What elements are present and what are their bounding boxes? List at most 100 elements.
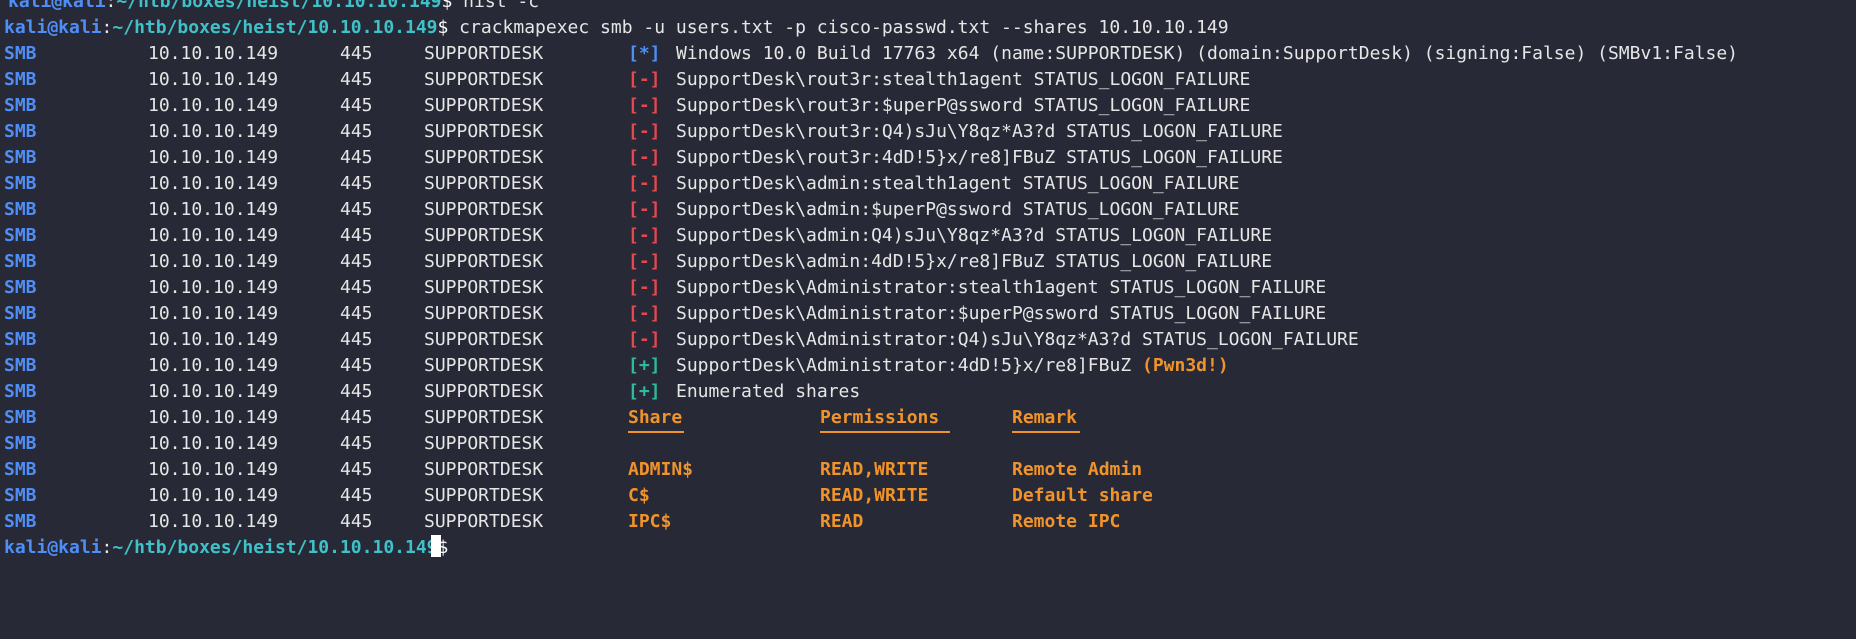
result-text: SupportDesk\Administrator:$uperP@ssword …	[676, 303, 1327, 324]
share-row: SMB 10.10.10.149 445 SUPPORTDESK ADMIN$ READ,…	[0, 457, 1856, 483]
result-message: SupportDesk\admin:stealth1agent STATUS_L…	[676, 171, 1240, 197]
result-text: SupportDesk\rout3r:Q4)sJu\Y8qz*A3?d STAT…	[676, 121, 1283, 142]
protocol-label: SMB	[4, 199, 37, 220]
target-port: 445	[340, 355, 373, 376]
status-marker: [-]	[628, 251, 661, 272]
protocol-label: SMB	[4, 225, 37, 246]
target-ip: 10.10.10.149	[148, 381, 279, 402]
shares-table: SMB 10.10.10.149 445 SUPPORTDESK Share Permis…	[0, 405, 1856, 535]
target-port: 445	[340, 485, 373, 506]
result-message: SupportDesk\rout3r:stealth1agent STATUS_…	[676, 67, 1250, 93]
result-message: SupportDesk\Administrator:stealth1agent …	[676, 275, 1326, 301]
prompt-user: kali@kali	[4, 537, 102, 558]
target-port: 445	[340, 303, 373, 324]
output-row: SMB 10.10.10.149 445 SUPPORTDESK [-] SupportD…	[0, 197, 1856, 223]
share-remark: Remote Admin	[1012, 459, 1143, 480]
target-port: 445	[340, 95, 373, 116]
target-ip: 10.10.10.149	[148, 43, 279, 64]
share-remark: Default share	[1012, 485, 1153, 506]
share-name: C$	[628, 485, 650, 506]
target-ip: 10.10.10.149	[148, 485, 279, 506]
target-ip: 10.10.10.149	[148, 173, 279, 194]
target-hostname: SUPPORTDESK	[424, 407, 544, 428]
target-hostname: SUPPORTDESK	[424, 147, 544, 168]
column-separator: -----------	[820, 431, 939, 457]
target-hostname: SUPPORTDESK	[424, 69, 544, 90]
protocol-label: SMB	[4, 251, 37, 272]
target-ip: 10.10.10.149	[148, 251, 279, 272]
target-ip: 10.10.10.149	[148, 407, 279, 428]
prompt-path: ~/htb/boxes/heist/10.10.10.149	[112, 537, 438, 558]
separator-line	[1012, 431, 1080, 433]
target-port: 445	[340, 511, 373, 532]
current-prompt-line[interactable]: kali@kali:~/htb/boxes/heist/10.10.10.149…	[0, 535, 1856, 561]
status-marker: [-]	[628, 147, 661, 168]
protocol-label: SMB	[4, 407, 37, 428]
share-row: SMB 10.10.10.149 445 SUPPORTDESK IPC$ READ Rem…	[0, 509, 1856, 535]
status-marker: [-]	[628, 329, 661, 350]
target-hostname: SUPPORTDESK	[424, 95, 544, 116]
command-line: kali@kali:~/htb/boxes/heist/10.10.10.149…	[0, 15, 1856, 41]
result-message: SupportDesk\rout3r:$uperP@ssword STATUS_…	[676, 93, 1250, 119]
protocol-label: SMB	[4, 303, 37, 324]
column-header-share: Share	[628, 407, 683, 428]
output-row: SMB 10.10.10.149 445 SUPPORTDESK [-] SupportD…	[0, 249, 1856, 275]
prompt-separator: :	[101, 17, 113, 38]
target-port: 445	[340, 147, 373, 168]
protocol-label: SMB	[4, 173, 37, 194]
output-rows: SMB 10.10.10.149 445 SUPPORTDESK [*] Windows …	[0, 41, 1856, 405]
result-text: SupportDesk\admin:stealth1agent STATUS_L…	[676, 173, 1240, 194]
output-row: SMB 10.10.10.149 445 SUPPORTDESK [-] SupportD…	[0, 171, 1856, 197]
result-message: SupportDesk\admin:Q4)sJu\Y8qz*A3?d STATU…	[676, 223, 1272, 249]
target-ip: 10.10.10.149	[148, 121, 279, 142]
result-message: SupportDesk\rout3r:Q4)sJu\Y8qz*A3?d STAT…	[676, 119, 1283, 145]
status-marker: [-]	[628, 69, 661, 90]
protocol-label: SMB	[4, 381, 37, 402]
status-marker: [-]	[628, 303, 661, 324]
protocol-label: SMB	[4, 355, 37, 376]
column-header-permissions: Permissions	[820, 407, 940, 428]
target-hostname: SUPPORTDESK	[424, 381, 544, 402]
result-message: SupportDesk\admin:4dD!5}x/re8]FBuZ STATU…	[676, 249, 1272, 275]
text-cursor[interactable]	[431, 535, 441, 557]
target-port: 445	[340, 277, 373, 298]
terminal-window[interactable]: kali@kali:~/htb/boxes/heist/10.10.10.149…	[0, 0, 1856, 561]
output-row: SMB 10.10.10.149 445 SUPPORTDESK [-] SupportD…	[0, 223, 1856, 249]
target-hostname: SUPPORTDESK	[424, 485, 544, 506]
status-marker: [+]	[628, 355, 661, 376]
status-marker: [+]	[628, 381, 661, 402]
protocol-label: SMB	[4, 485, 37, 506]
target-hostname: SUPPORTDESK	[424, 43, 544, 64]
target-hostname: SUPPORTDESK	[424, 173, 544, 194]
protocol-label: SMB	[4, 459, 37, 480]
separator-line	[628, 431, 684, 433]
result-text: SupportDesk\admin:4dD!5}x/re8]FBuZ STATU…	[676, 251, 1273, 272]
target-port: 445	[340, 329, 373, 350]
target-ip: 10.10.10.149	[148, 147, 279, 168]
protocol-label: SMB	[4, 277, 37, 298]
result-text: SupportDesk\rout3r:4dD!5}x/re8]FBuZ STAT…	[676, 147, 1283, 168]
target-ip: 10.10.10.149	[148, 303, 279, 324]
share-remark: Remote IPC	[1012, 511, 1121, 532]
result-text: SupportDesk\admin:Q4)sJu\Y8qz*A3?d STATU…	[676, 225, 1273, 246]
target-ip: 10.10.10.149	[148, 433, 279, 454]
target-port: 445	[340, 407, 373, 428]
prompt-user: kali@kali	[8, 0, 106, 12]
previous-command: hist -c	[452, 0, 540, 12]
target-port: 445	[340, 173, 373, 194]
result-message: SupportDesk\admin:$uperP@ssword STATUS_L…	[676, 197, 1240, 223]
target-hostname: SUPPORTDESK	[424, 459, 544, 480]
protocol-label: SMB	[4, 69, 37, 90]
share-permissions: READ,WRITE	[820, 459, 929, 480]
output-row: SMB 10.10.10.149 445 SUPPORTDESK [-] SupportD…	[0, 67, 1856, 93]
prompt-dollar: $	[437, 17, 449, 38]
result-message: Windows 10.0 Build 17763 x64 (name:SUPPO…	[676, 41, 1738, 67]
result-text: Enumerated shares	[676, 381, 861, 402]
protocol-label: SMB	[4, 433, 37, 454]
column-separator: ------	[1012, 431, 1077, 457]
result-message: SupportDesk\Administrator:4dD!5}x/re8]FB…	[676, 353, 1229, 379]
protocol-label: SMB	[4, 511, 37, 532]
prompt-path: ~/htb/boxes/heist/10.10.10.149	[112, 17, 438, 38]
prompt-separator: :	[101, 537, 113, 558]
output-row: SMB 10.10.10.149 445 SUPPORTDESK [+] SupportD…	[0, 353, 1856, 379]
